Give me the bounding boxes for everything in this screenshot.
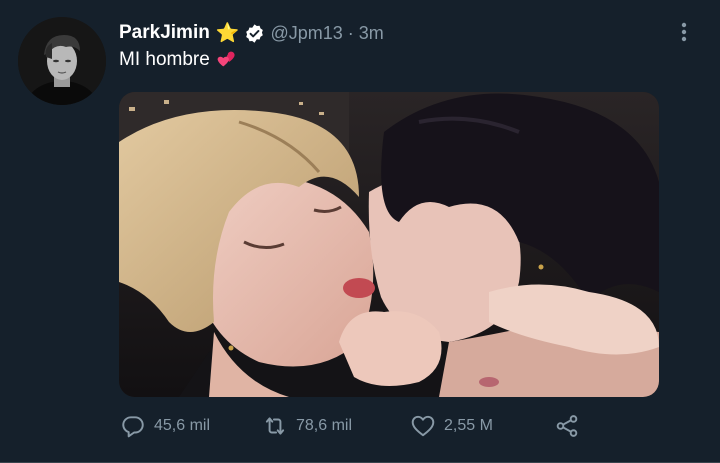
like-button[interactable]: 2,55 M [410,410,493,442]
share-icon [556,415,578,437]
reply-count: 45,6 mil [154,417,211,434]
tweet-media[interactable] [119,92,659,397]
like-count: 2,55 M [444,417,493,434]
avatar[interactable] [18,17,106,105]
tweet-actions: 45,6 mil 78,6 mil 2,55 M [119,410,589,442]
retweet-count: 78,6 mil [296,417,353,434]
reply-icon [122,416,144,438]
retweet-button[interactable]: 78,6 mil [262,410,352,442]
star-emoji: ⭐ [215,22,240,44]
tweet-header: ParkJimin ⭐ @Jpm13 · 3m [119,20,384,46]
handle-and-time: @Jpm13 · 3m [270,22,384,43]
heart-icon [411,415,435,437]
verified-badge-icon [244,23,265,44]
media-image [119,92,659,397]
tweet[interactable]: ParkJimin ⭐ @Jpm13 · 3m MI hombre 45,6 m… [0,0,720,463]
display-name[interactable]: ParkJimin [119,22,210,44]
two-hearts-emoji-icon [215,49,237,71]
avatar-image [18,17,106,105]
share-button[interactable] [554,410,580,442]
tweet-text: MI hombre [119,49,237,71]
tweet-text-content: MI hombre [119,49,210,70]
retweet-icon [265,417,285,435]
more-options-icon[interactable] [672,20,696,44]
reply-button[interactable]: 45,6 mil [120,410,210,442]
